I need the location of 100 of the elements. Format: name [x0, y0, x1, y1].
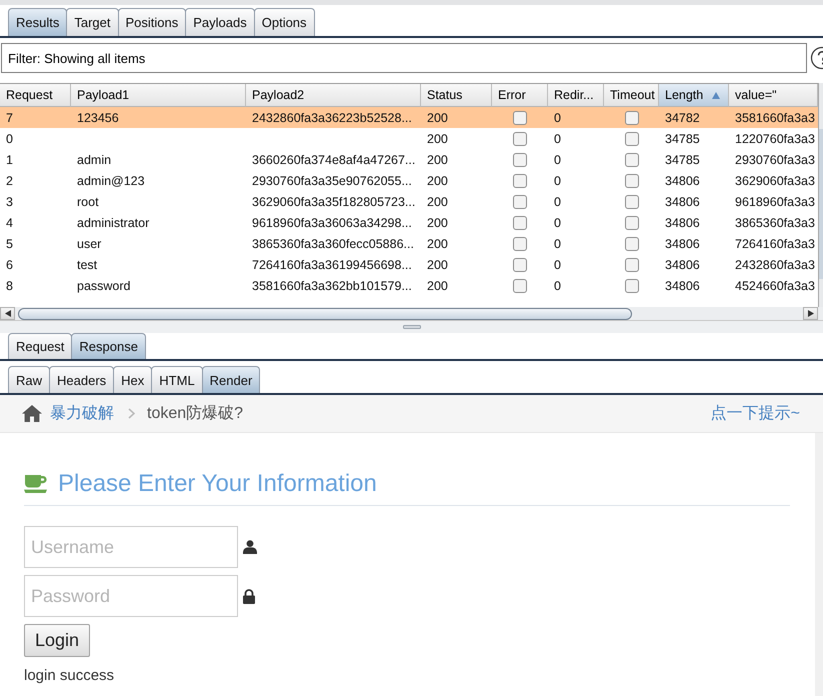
table-cell-text: 2930760fa3a35e90762055... — [251, 172, 413, 190]
table-cell-text: 3581660fa3a3 — [734, 110, 816, 126]
lock-icon — [243, 588, 255, 604]
table-row[interactable]: 1 admin 3660260fa374e8af4a47267... 200 0 34785 2930760fa3a3 — [0, 149, 818, 170]
table-row[interactable]: 7 123456 2432860fa3a36223b52528... 200 0 34782 3581660fa3a3 — [0, 107, 818, 128]
table-cell-text: 2 — [5, 172, 14, 190]
table-row[interactable]: 3 root 3629060fa3a35f182805723... 200 0 34806 9618960fa3a3 — [0, 191, 818, 212]
table-cell-text: 3 — [5, 194, 14, 210]
column-header[interactable]: Error — [492, 84, 548, 107]
grip-icon[interactable] — [402, 325, 420, 329]
column-header[interactable]: Payload1 — [71, 84, 246, 107]
scrollbar-thumb[interactable] — [18, 308, 632, 320]
help-icon[interactable] — [810, 46, 823, 70]
table-cell-text: 4524660fa3a3 — [734, 278, 816, 294]
table-cell-text: 34806 — [664, 278, 701, 294]
tab[interactable]: Hex — [113, 366, 152, 393]
table-cell-text: 0 — [5, 130, 14, 148]
table-cell-text: 3629060fa3a35f182805723... — [251, 194, 416, 210]
tab[interactable]: Positions — [118, 8, 186, 36]
input-field[interactable]: Username — [24, 526, 238, 568]
table-row[interactable]: 4 administrator 9618960fa3a36063a34298... 200 0 34806 3865360fa3a3 — [0, 212, 818, 233]
filter-bar[interactable]: Filter: Showing all items — [1, 43, 807, 73]
column-header[interactable]: Timeout — [604, 84, 659, 107]
table-cell-text: 4 — [5, 214, 14, 232]
table-cell-text: 5 — [5, 236, 14, 252]
table-row[interactable]: 8 password 3581660fa3a362bb101579... 200 0 34806 4524660fa3a3 — [0, 275, 818, 296]
table-cell-text: 2432860fa3a36223b52528... — [251, 110, 413, 126]
table-cell-text: 7 — [5, 110, 14, 126]
horizontal-scrollbar[interactable] — [0, 307, 823, 320]
tab[interactable]: Options — [254, 8, 315, 36]
table-row[interactable]: 6 test 7264160fa3a36199456698... 200 0 34806 2432860fa3a3 — [0, 254, 818, 275]
scroll-right-button[interactable] — [803, 307, 818, 320]
chevron-right-icon — [128, 408, 135, 419]
table-cell-text: 200 — [426, 152, 449, 168]
vertical-scrollbar[interactable] — [815, 433, 823, 696]
table-cell-text: 200 — [426, 194, 449, 210]
column-header[interactable]: Redir... — [548, 84, 604, 107]
tab[interactable]: Headers — [49, 366, 114, 393]
table-cell-text: 7264160fa3a3 — [734, 236, 816, 252]
table-cell-text: 3581660fa3a362bb101579... — [251, 278, 413, 294]
table-row[interactable]: 0 200 0 34785 1220760fa3a3 — [0, 128, 818, 149]
table-cell-text: 3660260fa374e8af4a47267... — [251, 152, 416, 168]
tab[interactable]: Request — [8, 333, 72, 359]
table-cell-text: 3629060fa3a3 — [734, 172, 816, 190]
hint-link[interactable]: 点一下提示~ — [710, 403, 800, 424]
table-row[interactable]: 5 user 3865360fa3a360fecc05886... 200 0 34806 7264160fa3a3 — [0, 233, 818, 254]
table-cell-text: 123456 — [76, 110, 120, 126]
scroll-left-button[interactable] — [0, 307, 15, 320]
table-cell-text: 1220760fa3a3 — [734, 130, 816, 148]
login-button[interactable]: Login — [24, 624, 90, 657]
table-cell-text: admin@123 — [76, 172, 146, 190]
status-message: login success — [24, 666, 114, 686]
tab[interactable]: Target — [66, 8, 118, 36]
table-cell-text: test — [76, 256, 98, 274]
tab[interactable]: HTML — [151, 366, 203, 393]
table-cell-text: 3865360fa3a360fecc05886... — [251, 236, 415, 252]
table-cell-text: 7264160fa3a36199456698... — [251, 256, 413, 274]
breadcrumb-current: token防爆破? — [147, 404, 244, 424]
column-header[interactable]: Status — [421, 84, 492, 107]
table-cell-text: 34806 — [664, 194, 701, 210]
column-header[interactable]: value=" — [729, 84, 818, 107]
column-header[interactable]: Length — [659, 84, 729, 107]
home-icon[interactable] — [22, 405, 42, 422]
table-cell-text: 200 — [426, 278, 449, 294]
table-cell-text: root — [76, 194, 100, 210]
tab[interactable]: Results — [8, 8, 68, 36]
table-row[interactable]: 2 admin@123 2930760fa3a35e90762055... 200 0 34806 3629060fa3a3 — [0, 170, 818, 191]
table-cell-text: 0 — [553, 236, 562, 252]
table-cell-text: 34782 — [664, 110, 701, 126]
table-cell-text: 0 — [553, 110, 562, 126]
table-cell-text: 0 — [553, 172, 562, 190]
table-cell-text: 200 — [426, 130, 449, 148]
tab[interactable]: Render — [202, 366, 260, 393]
table-cell-text: 0 — [553, 214, 562, 232]
breadcrumb-link[interactable]: 暴力破解 — [50, 403, 114, 424]
table-cell-text: administrator — [76, 214, 150, 232]
tab[interactable]: Response — [71, 333, 146, 359]
table-cell-text: 34806 — [664, 236, 701, 252]
input-field[interactable]: Password — [24, 575, 238, 617]
tab[interactable]: Payloads — [185, 8, 255, 36]
table-cell-text: 34806 — [664, 214, 701, 232]
table-cell-text: 2930760fa3a3 — [734, 152, 816, 168]
table-cell-text: 0 — [553, 152, 562, 168]
table-cell-text: admin — [76, 152, 112, 168]
table-cell-text: 1 — [5, 152, 14, 168]
right-arrow-icon — [808, 310, 814, 317]
tab[interactable]: Raw — [8, 366, 50, 393]
column-header[interactable]: Payload2 — [246, 84, 421, 107]
table-cell-text: 34785 — [664, 152, 701, 168]
user-icon — [243, 540, 257, 554]
table-cell-text: user — [76, 236, 102, 252]
table-cell-text: 0 — [553, 256, 562, 274]
column-header[interactable]: Request — [0, 84, 71, 107]
table-cell-text: 0 — [553, 194, 562, 210]
left-arrow-icon — [4, 310, 10, 317]
form-heading: Please Enter Your Information — [58, 470, 377, 498]
vertical-scrollbar[interactable] — [818, 83, 823, 307]
table-cell-text: 200 — [426, 110, 449, 126]
sort-ascending-icon — [712, 92, 720, 98]
table-cell-text: 200 — [426, 214, 449, 232]
